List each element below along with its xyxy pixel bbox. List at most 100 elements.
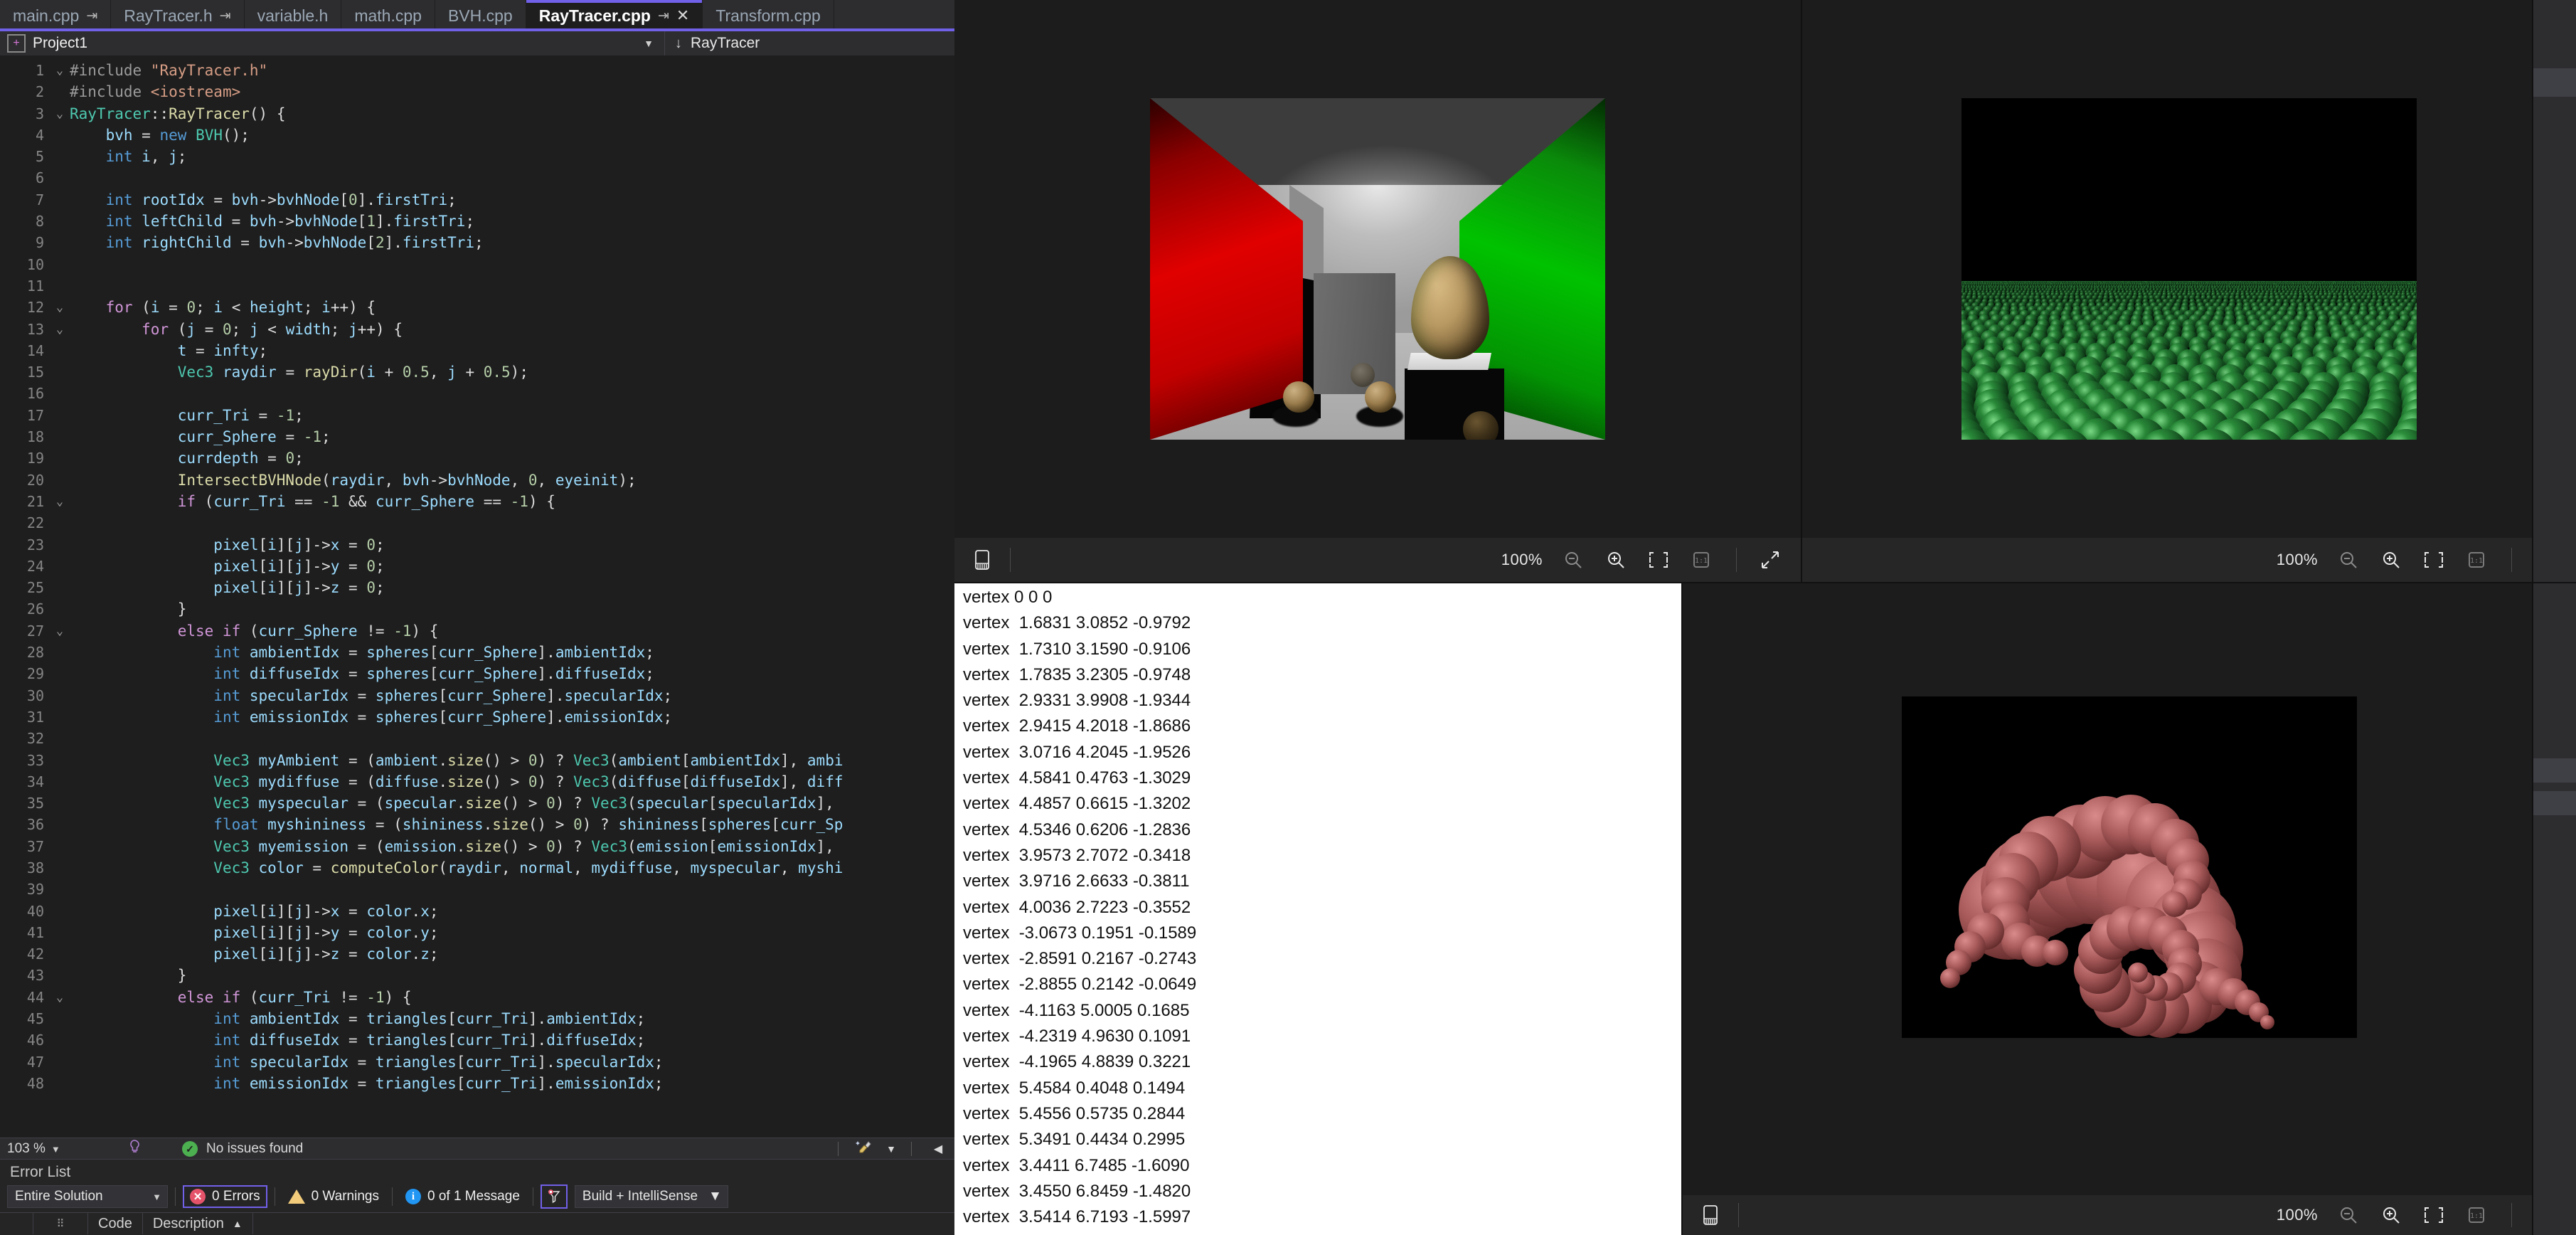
actual-size-icon[interactable]: 1:1 <box>1689 548 1713 572</box>
close-icon[interactable]: ✕ <box>676 8 689 23</box>
fold-toggle-icon[interactable]: ⌄ <box>50 491 70 512</box>
code-line[interactable]: 9 int rightChild = bvh->bvhNode[2].first… <box>0 232 954 253</box>
code-line[interactable]: 4 bvh = new BVH(); <box>0 124 954 146</box>
column-code[interactable]: Code <box>88 1213 143 1234</box>
intellisense-icon[interactable] <box>121 1138 154 1160</box>
code-line[interactable]: 41 pixel[i][j]->y = color.y; <box>0 922 954 943</box>
code-line[interactable]: 29 int diffuseIdx = spheres[curr_Sphere]… <box>0 663 954 684</box>
code-line[interactable]: 20 IntersectBVHNode(raydir, bvh->bvhNode… <box>0 470 954 491</box>
editor-tab-transform-cpp[interactable]: Transform.cpp <box>703 0 834 31</box>
code-line[interactable]: 18 curr_Sphere = -1; <box>0 426 954 447</box>
chevron-down-icon[interactable]: ▼ <box>51 1144 60 1155</box>
editor-tab-raytracer-h[interactable]: RayTracer.h ⇥ <box>111 0 245 31</box>
code-line[interactable]: 3 ⌄ RayTracer::RayTracer() { <box>0 103 954 124</box>
editor-tab-raytracer-cpp[interactable]: RayTracer.cpp ⇥ ✕ <box>526 0 703 31</box>
sphere-field-render[interactable] <box>1802 0 2576 538</box>
pin-icon[interactable]: ⇥ <box>86 9 97 23</box>
code-line[interactable]: 2 #include <iostream> <box>0 81 954 102</box>
film-strip-icon[interactable] <box>970 548 994 572</box>
member-selector[interactable]: ↓ RayTracer <box>664 31 954 55</box>
fit-to-window-icon[interactable] <box>2422 1203 2446 1227</box>
zoom-in-icon[interactable] <box>1604 548 1628 572</box>
vertex-output-pane[interactable]: vertex 0 0 0 vertex 1.6831 3.0852 -0.9792… <box>954 583 1681 1235</box>
column-options-icon[interactable]: ⠿ <box>33 1213 88 1234</box>
expand-icon[interactable] <box>1758 548 1782 572</box>
code-line[interactable]: 15 Vec3 raydir = rayDir(i + 0.5, j + 0.5… <box>0 361 954 383</box>
warnings-filter-button[interactable]: 0 Warnings <box>282 1187 385 1207</box>
code-line[interactable]: 34 Vec3 mydiffuse = (diffuse.size() > 0)… <box>0 771 954 793</box>
code-line[interactable]: 7 int rootIdx = bvh->bvhNode[0].firstTri… <box>0 189 954 211</box>
code-line[interactable]: 48 int emissionIdx = triangles[curr_Tri]… <box>0 1073 954 1094</box>
code-line[interactable]: 47 int specularIdx = triangles[curr_Tri]… <box>0 1051 954 1073</box>
code-line[interactable]: 43 } <box>0 965 954 986</box>
code-line[interactable]: 13 ⌄ for (j = 0; j < width; j++) { <box>0 319 954 340</box>
editor-tab-variable-h[interactable]: variable.h <box>244 0 342 31</box>
zoom-in-icon[interactable] <box>2379 1203 2403 1227</box>
code-line[interactable]: 38 Vec3 color = computeColor(raydir, nor… <box>0 857 954 879</box>
code-cleanup-icon[interactable] <box>848 1139 881 1159</box>
horizontal-splitter[interactable] <box>954 582 2576 583</box>
chevron-left-icon[interactable]: ◀ <box>922 1142 954 1156</box>
code-line[interactable]: 40 pixel[i][j]->x = color.x; <box>0 901 954 922</box>
fold-toggle-icon[interactable]: ⌄ <box>50 103 70 124</box>
chevron-down-icon[interactable]: ▼ <box>633 38 664 49</box>
code-line[interactable]: 14 t = infty; <box>0 340 954 361</box>
vertical-splitter[interactable] <box>1801 0 1802 582</box>
code-line[interactable]: 6 <box>0 167 954 189</box>
code-line[interactable]: 17 curr_Tri = -1; <box>0 405 954 426</box>
errors-filter-button[interactable]: ✕ 0 Errors <box>183 1185 267 1208</box>
code-line[interactable]: 35 Vec3 myspecular = (specular.size() > … <box>0 793 954 814</box>
fold-toggle-icon[interactable]: ⌄ <box>50 297 70 318</box>
code-line[interactable]: 46 int diffuseIdx = triangles[curr_Tri].… <box>0 1029 954 1051</box>
editor-tab-math-cpp[interactable]: math.cpp <box>341 0 435 31</box>
actual-size-icon[interactable]: 1:1 <box>2464 548 2489 572</box>
code-line[interactable]: 16 <box>0 383 954 404</box>
zoom-out-icon[interactable] <box>2336 548 2361 572</box>
fit-to-window-icon[interactable] <box>1646 548 1671 572</box>
vertical-splitter[interactable] <box>1681 583 1683 1235</box>
column-description[interactable]: Description ▲ <box>143 1213 253 1234</box>
zoom-selector[interactable]: 103 % ▼ <box>0 1141 121 1157</box>
code-line[interactable]: 45 int ambientIdx = triangles[curr_Tri].… <box>0 1008 954 1029</box>
dragon-render[interactable] <box>1683 583 2576 1151</box>
zoom-out-icon[interactable] <box>2336 1203 2361 1227</box>
code-line[interactable]: 37 Vec3 myemission = (emission.size() > … <box>0 836 954 857</box>
fold-toggle-icon[interactable]: ⌄ <box>50 319 70 340</box>
code-line[interactable]: 21 ⌄ if (curr_Tri == -1 && curr_Sphere ==… <box>0 491 954 512</box>
code-line[interactable]: 10 <box>0 254 954 275</box>
fold-toggle-icon[interactable]: ⌄ <box>50 60 70 81</box>
fold-toggle-icon[interactable]: ⌄ <box>50 987 70 1008</box>
code-line[interactable]: 1 ⌄ #include "RayTracer.h" <box>0 60 954 81</box>
code-line[interactable]: 27 ⌄ else if (curr_Sphere != -1) { <box>0 620 954 642</box>
code-line[interactable]: 12 ⌄ for (i = 0; i < height; i++) { <box>0 297 954 318</box>
scope-dropdown[interactable]: Entire Solution ▼ <box>7 1185 168 1208</box>
cornell-box-render[interactable] <box>954 0 1801 538</box>
code-line[interactable]: 22 <box>0 512 954 534</box>
code-line[interactable]: 26 } <box>0 598 954 620</box>
code-line[interactable]: 39 <box>0 879 954 900</box>
code-line[interactable]: 44 ⌄ else if (curr_Tri != -1) { <box>0 987 954 1008</box>
project-selector[interactable]: + Project1 <box>0 34 633 53</box>
code-line[interactable]: 19 currdepth = 0; <box>0 447 954 469</box>
actual-size-icon[interactable]: 1:1 <box>2464 1203 2489 1227</box>
code-line[interactable]: 32 <box>0 728 954 749</box>
chevron-down-icon[interactable]: ▼ <box>881 1143 901 1155</box>
zoom-out-icon[interactable] <box>1561 548 1585 572</box>
editor-tab-main-cpp[interactable]: main.cpp ⇥ <box>0 0 112 31</box>
code-line[interactable]: 42 pixel[i][j]->z = color.z; <box>0 943 954 965</box>
code-line[interactable]: 30 int specularIdx = spheres[curr_Sphere… <box>0 685 954 706</box>
film-strip-icon[interactable] <box>1698 1203 1723 1227</box>
filter-icon[interactable] <box>540 1184 568 1209</box>
messages-filter-button[interactable]: i 0 of 1 Message <box>400 1187 526 1207</box>
code-line[interactable]: 36 float myshininess = (shininess.size()… <box>0 814 954 835</box>
fold-toggle-icon[interactable]: ⌄ <box>50 620 70 642</box>
pin-icon[interactable]: ⇥ <box>220 9 231 23</box>
code-line[interactable]: 24 pixel[i][j]->y = 0; <box>0 556 954 577</box>
pin-icon[interactable]: ⇥ <box>658 9 669 23</box>
code-line[interactable]: 5 int i, j; <box>0 146 954 167</box>
zoom-in-icon[interactable] <box>2379 548 2403 572</box>
code-line[interactable]: 25 pixel[i][j]->z = 0; <box>0 577 954 598</box>
code-line[interactable]: 33 Vec3 myAmbient = (ambient.size() > 0)… <box>0 750 954 771</box>
code-line[interactable]: 31 int emissionIdx = spheres[curr_Sphere… <box>0 706 954 728</box>
code-line[interactable]: 28 int ambientIdx = spheres[curr_Sphere]… <box>0 642 954 663</box>
